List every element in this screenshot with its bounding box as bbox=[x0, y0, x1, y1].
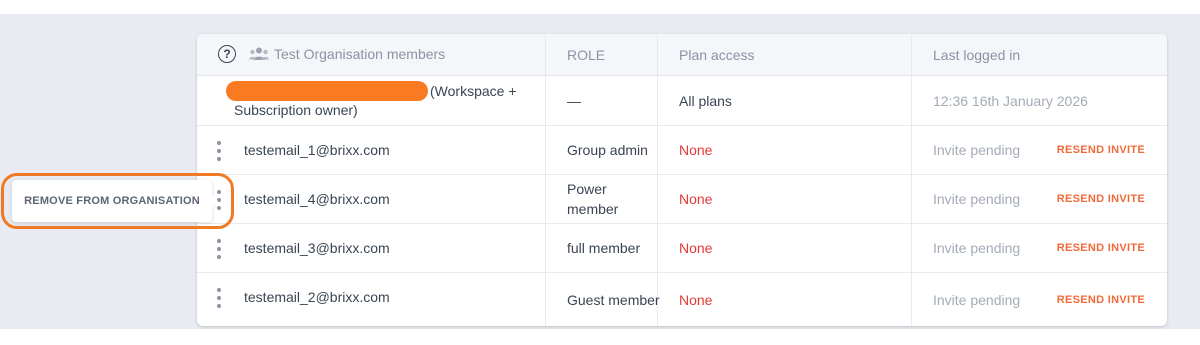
members-title: Test Organisation members bbox=[274, 46, 446, 62]
member-plan: None bbox=[658, 273, 912, 326]
table-row-owner: (Workspace + Subscription owner) — All p… bbox=[197, 76, 1167, 126]
bottom-margin bbox=[0, 329, 1200, 345]
member-plan: None bbox=[658, 175, 912, 223]
member-email-cell: testemail_4@brixx.com bbox=[197, 175, 546, 223]
resend-invite-button[interactable]: RESEND INVITE bbox=[1057, 242, 1145, 254]
member-email-cell: testemail_2@brixx.com bbox=[197, 273, 546, 326]
owner-cell: (Workspace + Subscription owner) bbox=[197, 76, 546, 125]
table-row: testemail_2@brixx.com Guest member None … bbox=[197, 273, 1167, 326]
member-last-login: Invite pending RESEND INVITE bbox=[933, 240, 1145, 256]
header-role: ROLE bbox=[546, 34, 658, 75]
redacted-owner-email bbox=[226, 81, 428, 101]
resend-invite-button[interactable]: RESEND INVITE bbox=[1057, 144, 1145, 156]
resend-invite-button[interactable]: RESEND INVITE bbox=[1057, 294, 1145, 306]
table-row: testemail_3@brixx.com full member None I… bbox=[197, 224, 1167, 273]
members-table: ? Test Organisation members ROLE Plan ac… bbox=[197, 34, 1167, 326]
member-role: Group admin bbox=[546, 126, 658, 174]
member-last-login: Invite pending RESEND INVITE bbox=[933, 291, 1145, 308]
member-role: Power member bbox=[546, 175, 658, 223]
member-email-cell: testemail_1@brixx.com bbox=[197, 126, 546, 174]
owner-last-login: 12:36 16th January 2026 bbox=[933, 92, 1088, 109]
owner-role-label: Subscription owner) bbox=[234, 102, 358, 118]
member-role: full member bbox=[546, 224, 658, 272]
kebab-menu-icon[interactable] bbox=[216, 141, 222, 161]
member-plan: None bbox=[658, 224, 912, 272]
top-margin bbox=[0, 0, 1200, 14]
kebab-menu-icon[interactable] bbox=[216, 239, 222, 259]
member-email-cell: testemail_3@brixx.com bbox=[197, 224, 546, 272]
member-email: testemail_2@brixx.com bbox=[244, 289, 390, 305]
owner-plan: All plans bbox=[658, 76, 912, 125]
resend-invite-button[interactable]: RESEND INVITE bbox=[1057, 193, 1145, 205]
kebab-menu-icon[interactable] bbox=[216, 288, 222, 308]
member-email: testemail_1@brixx.com bbox=[244, 142, 390, 158]
header-members-cell: ? Test Organisation members bbox=[197, 34, 546, 75]
table-row: testemail_1@brixx.com Group admin None I… bbox=[197, 126, 1167, 175]
header-plan-access: Plan access bbox=[658, 34, 912, 75]
owner-role: — bbox=[546, 76, 658, 125]
remove-from-organisation-button[interactable]: REMOVE FROM ORGANISATION bbox=[12, 180, 218, 222]
help-icon[interactable]: ? bbox=[218, 45, 236, 63]
member-last-login: Invite pending RESEND INVITE bbox=[933, 191, 1145, 207]
header-last-logged-in: Last logged in bbox=[933, 46, 1021, 63]
table-row: testemail_4@brixx.com Power member None … bbox=[197, 175, 1167, 224]
member-last-login: Invite pending RESEND INVITE bbox=[933, 142, 1145, 158]
owner-suffix: (Workspace + bbox=[430, 83, 517, 99]
member-email: testemail_3@brixx.com bbox=[244, 240, 390, 256]
members-icon bbox=[249, 47, 269, 60]
table-header: ? Test Organisation members ROLE Plan ac… bbox=[197, 34, 1167, 76]
member-role: Guest member bbox=[546, 273, 660, 326]
member-plan: None bbox=[658, 126, 912, 174]
remove-from-organisation-label: REMOVE FROM ORGANISATION bbox=[24, 195, 200, 207]
member-email: testemail_4@brixx.com bbox=[244, 191, 390, 207]
